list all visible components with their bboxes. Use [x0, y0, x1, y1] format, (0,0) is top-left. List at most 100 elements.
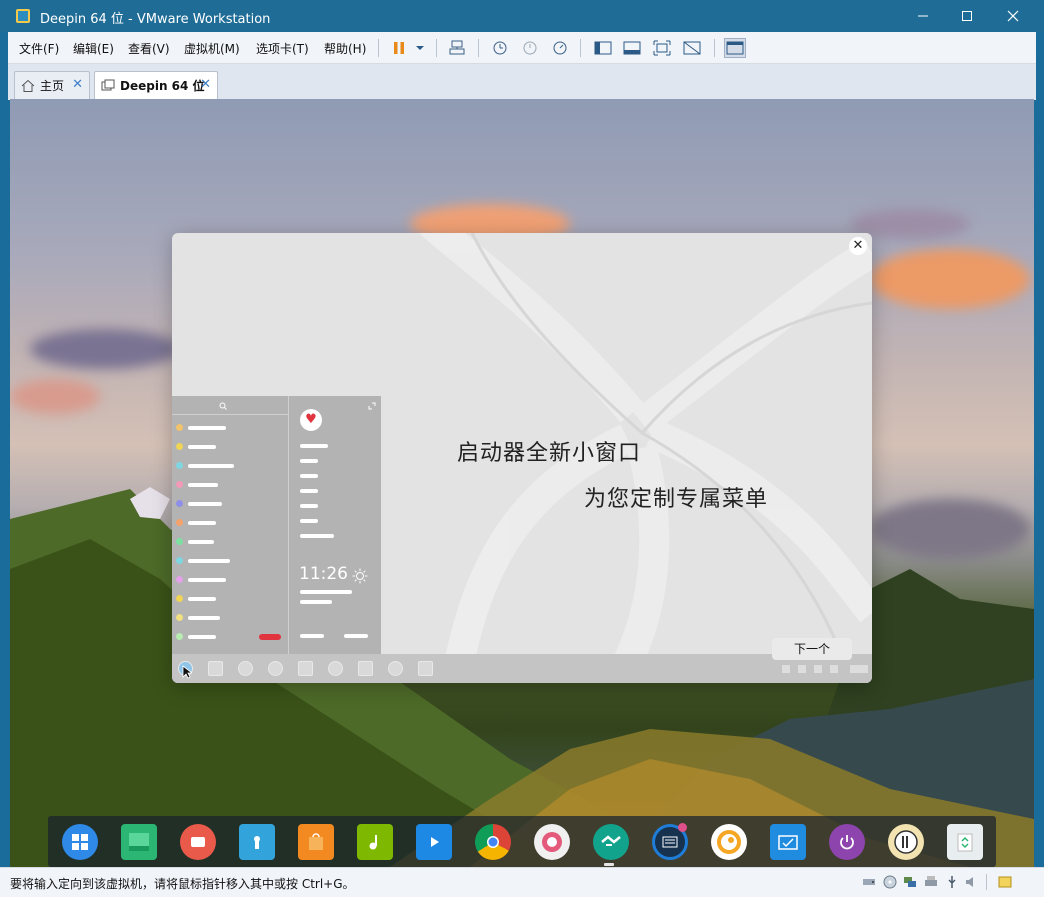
power-icon[interactable]: [829, 824, 865, 860]
close-button[interactable]: [990, 0, 1036, 32]
cd-dvd-icon[interactable]: [883, 875, 897, 889]
toolbar-separator: [378, 39, 379, 57]
statusbar: 要将输入定向到该虚拟机，请将鼠标指针移入其中或按 Ctrl+G。: [0, 867, 1044, 897]
chrome-icon[interactable]: [475, 824, 511, 860]
vmware-app-icon: [16, 9, 30, 23]
dialog-headline: 启动器全新小窗口: [457, 441, 642, 466]
usb-icon[interactable]: [945, 875, 959, 889]
dialog-close-button[interactable]: ✕: [849, 237, 867, 255]
handshake-icon[interactable]: [593, 824, 629, 860]
snapshot-manager-button[interactable]: [548, 38, 570, 58]
guest-desktop[interactable]: ✕ 启动器全新小窗口 为您定制专属菜单 ♥ 11:26 下一个: [10, 99, 1034, 867]
pause-button[interactable]: [388, 38, 410, 58]
menu-view[interactable]: 查看(V): [128, 40, 170, 57]
show-library-button[interactable]: [592, 38, 614, 58]
message-log-icon[interactable]: [998, 875, 1012, 889]
tab-deepin-vm[interactable]: Deepin 64 位 ✕: [94, 71, 218, 99]
snapshot-button[interactable]: [488, 38, 510, 58]
toolbar-separator: [436, 39, 437, 57]
menu-tabs[interactable]: 选项卡(T): [256, 40, 309, 57]
preview-clock: 11:26: [299, 564, 348, 584]
preview-divider: [288, 396, 289, 654]
image-icon: [358, 661, 373, 676]
minimize-button[interactable]: [900, 0, 946, 32]
screen-recorder-icon[interactable]: [180, 824, 216, 860]
trash-icon[interactable]: [947, 824, 983, 860]
calendar-icon[interactable]: [888, 824, 924, 860]
fullscreen-icon: [653, 40, 671, 56]
folder-icon[interactable]: [239, 824, 275, 860]
console-view-icon: [726, 41, 744, 55]
preview-right-bar: [300, 504, 318, 508]
hard-disk-icon[interactable]: [862, 875, 876, 889]
screenshot-icon[interactable]: [652, 823, 688, 860]
page-indicator: [830, 665, 838, 673]
tab-label: Deepin 64 位: [120, 79, 205, 93]
tab-close-icon[interactable]: ✕: [72, 77, 83, 92]
unity-icon: [683, 41, 701, 55]
cloud: [30, 329, 180, 369]
preview-right-bar: [344, 634, 368, 638]
store-icon[interactable]: [298, 824, 334, 860]
home-icon: [21, 79, 35, 92]
preview-right-bar: [300, 459, 318, 463]
expand-icon: [368, 402, 376, 410]
preview-right-bar: [300, 600, 332, 604]
preview-right-bar: [300, 534, 334, 538]
page-indicator: [850, 665, 868, 673]
maximize-button[interactable]: [944, 0, 990, 32]
next-button[interactable]: 下一个: [772, 638, 852, 660]
dock-active-indicator: [604, 863, 614, 866]
settings-icon[interactable]: [534, 824, 570, 860]
statusbar-message: 要将输入定向到该虚拟机，请将鼠标指针移入其中或按 Ctrl+G。: [10, 877, 355, 891]
welcome-dialog: ✕ 启动器全新小窗口 为您定制专属菜单 ♥ 11:26 下一个: [172, 233, 872, 683]
terminal-icon[interactable]: [121, 824, 157, 860]
send-ctrl-alt-del-button[interactable]: [446, 38, 468, 58]
fullscreen-button[interactable]: [651, 38, 673, 58]
unity-button[interactable]: [681, 38, 703, 58]
store-icon: [298, 661, 313, 676]
preview-right-bar: [300, 474, 318, 478]
revert-snapshot-button[interactable]: [518, 38, 540, 58]
close-icon: [1007, 10, 1019, 22]
launcher-icon[interactable]: [62, 824, 98, 860]
chevron-down-icon: [416, 46, 424, 50]
network-adapter-icon[interactable]: [903, 875, 917, 889]
movie-icon[interactable]: [416, 824, 452, 860]
music-icon: [388, 661, 403, 676]
launcher-preview: ♥ 11:26: [172, 396, 381, 654]
menu-vm[interactable]: 虚拟机(M): [184, 40, 240, 57]
sound-card-icon[interactable]: [964, 875, 978, 889]
page-indicator: [782, 665, 790, 673]
cloud: [10, 379, 100, 414]
toolbar-separator: [580, 39, 581, 57]
thumbnail-bar-button[interactable]: [621, 38, 643, 58]
preview-search-line: [172, 414, 288, 415]
cloud: [870, 249, 1030, 309]
preview-right-bar: [300, 590, 352, 594]
tab-close-icon[interactable]: ✕: [200, 77, 211, 92]
window-title: Deepin 64 位 - VMware Workstation: [40, 12, 271, 27]
dialog-subline: 为您定制专属菜单: [584, 487, 769, 512]
snapshot-icon: [493, 41, 507, 55]
printer-icon[interactable]: [924, 875, 938, 889]
menubar: 文件(F) 编辑(E) 查看(V) 虚拟机(M) 选项卡(T) 帮助(H): [8, 32, 1036, 64]
tab-home[interactable]: 主页 ✕: [14, 71, 90, 99]
power-dropdown-button[interactable]: [409, 38, 431, 58]
screen-recorder-icon: [238, 661, 253, 676]
menu-edit[interactable]: 编辑(E): [73, 40, 114, 57]
remote-assistance-icon[interactable]: [770, 824, 806, 860]
preview-right-bar: [300, 444, 328, 448]
folder-icon: [268, 661, 283, 676]
preview-right-bar: [300, 489, 318, 493]
menu-file[interactable]: 文件(F): [19, 40, 59, 57]
terminal-icon: [208, 661, 223, 676]
console-view-button[interactable]: [724, 38, 746, 58]
preview-right-bar: [300, 634, 324, 638]
music-icon[interactable]: [357, 824, 393, 860]
dock: [48, 816, 996, 867]
toolbar-separator: [478, 39, 479, 57]
media-player-icon[interactable]: [711, 824, 747, 860]
pause-icon: [394, 42, 404, 54]
menu-help[interactable]: 帮助(H): [324, 40, 366, 57]
